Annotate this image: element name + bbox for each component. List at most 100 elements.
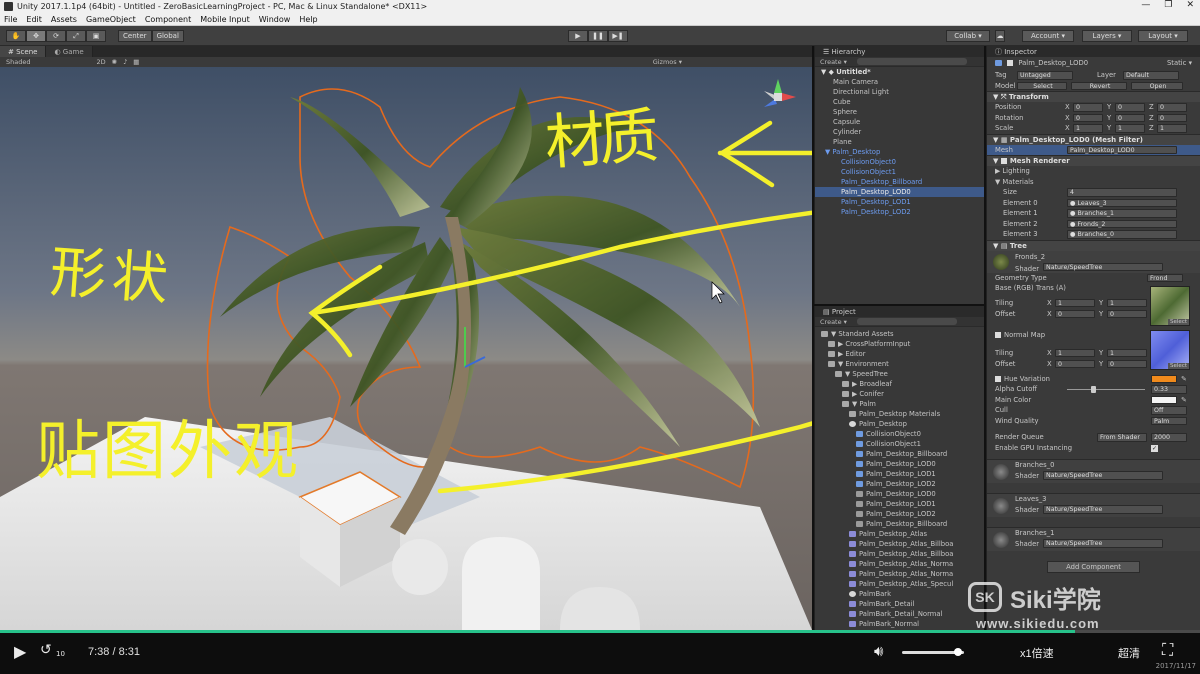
transform-y-field[interactable]: 0 [1115, 103, 1145, 112]
gpu-instancing-checkbox[interactable]: ✓ [1151, 444, 1158, 452]
hierarchy-search-input[interactable] [856, 58, 967, 65]
menu-help[interactable]: Help [299, 15, 317, 24]
project-item[interactable]: Palm_Desktop_LOD2 [815, 479, 984, 489]
project-item[interactable]: Palm_Desktop_Atlas [815, 529, 984, 539]
fronds-shader-dropdown[interactable]: Nature/SpeedTree [1043, 262, 1163, 271]
eyedropper-icon[interactable]: ✎ [1181, 395, 1187, 406]
hierarchy-item[interactable]: Main Camera [815, 77, 984, 87]
project-item[interactable]: ▶ Broadleaf [815, 379, 984, 389]
hierarchy-item[interactable]: CollisionObject0 [815, 157, 984, 167]
transform-x-field[interactable]: 1 [1073, 124, 1103, 133]
effects-toggle-icon[interactable]: ▦ [133, 58, 139, 66]
project-tab[interactable]: ▤ Project [815, 306, 984, 317]
project-item[interactable]: ▼ SpeedTree [815, 369, 984, 379]
fullscreen-icon[interactable]: ⛶ [1162, 640, 1173, 660]
inspector-tab[interactable]: ⓘ Inspector [987, 46, 1200, 57]
render-queue-field[interactable]: 2000 [1151, 433, 1187, 442]
project-item[interactable]: Palm_Desktop_LOD0 [815, 459, 984, 469]
project-item[interactable]: Palm_Desktop_LOD1 [815, 469, 984, 479]
project-item[interactable]: Palm_Desktop_LOD1 [815, 499, 984, 509]
transform-y-field[interactable]: 0 [1115, 113, 1145, 122]
pivot-global-button[interactable]: Global [151, 30, 184, 42]
hierarchy-item[interactable]: Sphere [815, 107, 984, 117]
normal-map-select-button[interactable]: Select [1168, 362, 1189, 369]
mesh-renderer-checkbox[interactable] [1000, 158, 1007, 164]
transform-z-field[interactable]: 0 [1157, 113, 1187, 122]
move-tool-icon[interactable]: ✥ [26, 30, 46, 42]
static-dropdown[interactable]: Static ▾ [1167, 57, 1192, 70]
play-icon[interactable]: ▶ [14, 642, 26, 661]
active-checkbox[interactable] [1007, 60, 1014, 66]
base-offset-y[interactable]: 0 [1107, 309, 1147, 318]
normal-tiling-y[interactable]: 1 [1107, 348, 1147, 357]
layout-dropdown[interactable]: Layout ▾ [1138, 30, 1188, 42]
render-queue-dropdown[interactable]: From Shader [1097, 433, 1147, 442]
wind-quality-dropdown[interactable]: Palm [1151, 416, 1187, 425]
project-item[interactable]: PalmBark_Normal [815, 619, 984, 629]
collab-button[interactable]: Collab ▾ [946, 30, 990, 42]
model-select-button[interactable]: Select [1017, 81, 1067, 90]
project-item[interactable]: ▼ Environment [815, 359, 984, 369]
play-button[interactable]: ▶ [568, 30, 588, 42]
hierarchy-item[interactable]: Palm_Desktop_LOD1 [815, 197, 984, 207]
project-item[interactable]: Palm_Desktop_LOD0 [815, 489, 984, 499]
hue-color-swatch[interactable] [1151, 374, 1177, 383]
normal-map-thumbnail[interactable]: Select [1150, 329, 1190, 370]
transform-x-field[interactable]: 0 [1073, 113, 1103, 122]
menu-file[interactable]: File [4, 15, 17, 24]
hierarchy-item[interactable]: CollisionObject1 [815, 167, 984, 177]
mesh-field[interactable]: Palm_Desktop_LOD0 [1067, 145, 1177, 154]
project-item[interactable]: Palm_Desktop_Atlas_Norma [815, 569, 984, 579]
transform-z-field[interactable]: 0 [1157, 103, 1187, 112]
hierarchy-item[interactable]: Palm_Desktop_Billboard [815, 177, 984, 187]
hierarchy-item[interactable]: ▼ Palm_Desktop [815, 147, 984, 157]
project-item[interactable]: ▼ Standard Assets [815, 329, 984, 339]
hue-variation-checkbox[interactable] [995, 375, 1001, 382]
project-item[interactable]: Palm_Desktop [815, 419, 984, 429]
menu-assets[interactable]: Assets [51, 15, 77, 24]
material-element-field[interactable]: ● Branches_0 [1067, 230, 1177, 239]
hierarchy-tab[interactable]: ☰ Hierarchy [815, 46, 984, 57]
base-tiling-x[interactable]: 1 [1055, 298, 1095, 307]
alpha-cutoff-field[interactable]: 0.33 [1151, 385, 1187, 394]
lighting-toggle-icon[interactable]: ✺ [112, 58, 117, 66]
project-item[interactable]: Palm_Desktop_Atlas_Billboa [815, 549, 984, 559]
normal-map-checkbox[interactable] [995, 331, 1001, 338]
materials-foldout[interactable]: ▼ Materials [987, 177, 1200, 188]
tab-game[interactable]: ◐ Game [46, 46, 93, 57]
project-item[interactable]: Palm_Desktop_Billboard [815, 449, 984, 459]
layer-dropdown[interactable]: Default [1123, 71, 1179, 80]
transform-z-field[interactable]: 1 [1157, 124, 1187, 133]
mesh-filter-header[interactable]: ▼ ▦ Palm_Desktop_LOD0 (Mesh Filter) [987, 133, 1200, 145]
normal-offset-x[interactable]: 0 [1055, 359, 1095, 368]
alpha-cutoff-slider-knob[interactable] [1090, 386, 1096, 393]
hierarchy-create-button[interactable]: Create ▾ [820, 58, 847, 66]
base-tiling-y[interactable]: 1 [1107, 298, 1147, 307]
material-shader-dropdown[interactable]: Nature/SpeedTree [1043, 471, 1163, 480]
material-shader-dropdown[interactable]: Nature/SpeedTree [1043, 505, 1163, 514]
maximize-button[interactable]: ❐ [1164, 0, 1172, 10]
cull-dropdown[interactable]: Off [1151, 406, 1187, 415]
project-item[interactable]: Palm_Desktop_LOD2 [815, 509, 984, 519]
mesh-renderer-header[interactable]: ▼ Mesh Renderer [987, 155, 1200, 166]
project-create-button[interactable]: Create ▾ [820, 318, 847, 326]
base-texture-thumbnail[interactable]: Select [1150, 285, 1190, 326]
material-element-field[interactable]: ● Leaves_3 [1067, 198, 1177, 207]
main-color-swatch[interactable] [1151, 395, 1177, 404]
project-item[interactable]: ▼ Palm [815, 399, 984, 409]
menu-gameobject[interactable]: GameObject [86, 15, 136, 24]
volume-icon[interactable]: 🔊︎ [874, 642, 883, 660]
close-button[interactable]: ✕ [1186, 0, 1194, 10]
rewind-icon[interactable]: ↺ [40, 642, 52, 658]
account-dropdown[interactable]: Account ▾ [1022, 30, 1074, 42]
hierarchy-item[interactable]: Palm_Desktop_LOD2 [815, 207, 984, 217]
toggle-2d-button[interactable]: 2D [96, 58, 105, 66]
normal-offset-y[interactable]: 0 [1107, 359, 1147, 368]
menu-edit[interactable]: Edit [26, 15, 42, 24]
size-field[interactable]: 4 [1067, 188, 1177, 197]
material-header[interactable]: Branches_0 Shader Nature/SpeedTree [987, 459, 1200, 483]
eyedropper-icon[interactable]: ✎ [1181, 374, 1187, 385]
hierarchy-item[interactable]: Cube [815, 97, 984, 107]
hierarchy-item[interactable]: Palm_Desktop_LOD0 [815, 187, 984, 197]
project-item[interactable]: PalmBark_Detail_Normal [815, 609, 984, 619]
